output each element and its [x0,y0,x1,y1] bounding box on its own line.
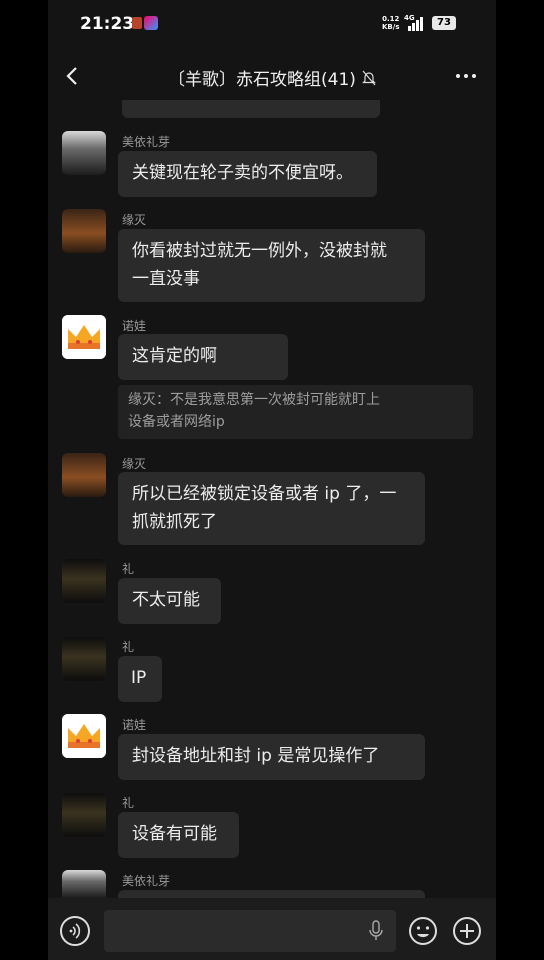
sender-name: 缘灭 [122,213,147,227]
crown-avatar-icon [62,315,106,359]
message-bubble[interactable]: 不太可能 [118,578,221,624]
avatar[interactable] [62,315,106,359]
signal-icon [408,16,426,31]
emoji-icon[interactable] [408,916,438,946]
sender-name: 礼 [122,562,135,576]
app-notification-icon [144,16,158,30]
message-bubble[interactable]: 这肯定的啊 [118,334,288,380]
bell-muted-icon [362,70,376,85]
notification-icon [132,17,142,29]
message-input[interactable] [104,910,396,952]
message-bubble[interactable]: 封设备地址和封 ip 是常见操作了 [118,734,425,780]
sender-name: 礼 [122,796,135,810]
sender-name: 礼 [122,640,135,654]
sender-name: 缘灭 [122,457,147,471]
avatar[interactable] [62,870,106,898]
avatar[interactable] [62,209,106,253]
sender-name: 美依礼芽 [122,874,171,888]
message-bubble[interactable]: 关键现在轮子卖的不便宜呀。 [118,151,377,197]
avatar[interactable] [62,714,106,758]
chat-title[interactable]: 〔羊歌〕赤石攻略组(41) [168,65,356,90]
message-bubble[interactable]: 你看被封过就无一例外，没被封就 一直没事 [118,229,425,302]
message-bubble-partial [122,100,380,118]
message-bubble[interactable]: 所以已经被锁定设备或者 ip 了，一 抓就抓死了 [118,472,425,545]
avatar[interactable] [62,453,106,497]
chat-header: 〔羊歌〕赤石攻略组(41) [48,52,496,100]
crown-avatar-icon [62,714,106,758]
voice-icon[interactable] [60,916,90,946]
input-bar [48,898,496,960]
avatar[interactable] [62,793,106,837]
chat-screen: 21:23 0.12 KB/s 4G 73 〔羊歌〕赤石攻略组(41) 美依礼芽… [48,0,496,960]
avatar[interactable] [62,559,106,603]
battery-icon: 73 [432,16,456,30]
microphone-icon[interactable] [368,920,384,942]
message-bubble[interactable]: IP [118,656,162,702]
avatar[interactable] [62,637,106,681]
plus-icon[interactable] [452,916,482,946]
sender-name: 诺娃 [122,319,147,333]
message-bubble[interactable]: 设备有可能 [118,812,239,858]
quoted-message[interactable]: 缘灭：不是我意思第一次被封可能就盯上 设备或者网络ip [118,385,473,439]
status-bar: 21:23 0.12 KB/s 4G 73 [48,0,496,48]
sender-name: 诺娃 [122,718,147,732]
message-bubble-partial [118,890,425,898]
network-speed: 0.12 KB/s [382,15,400,31]
avatar[interactable] [62,131,106,175]
sender-name: 美依礼芽 [122,135,171,149]
more-dots-icon[interactable] [454,66,478,86]
status-time: 21:23 [80,14,135,34]
